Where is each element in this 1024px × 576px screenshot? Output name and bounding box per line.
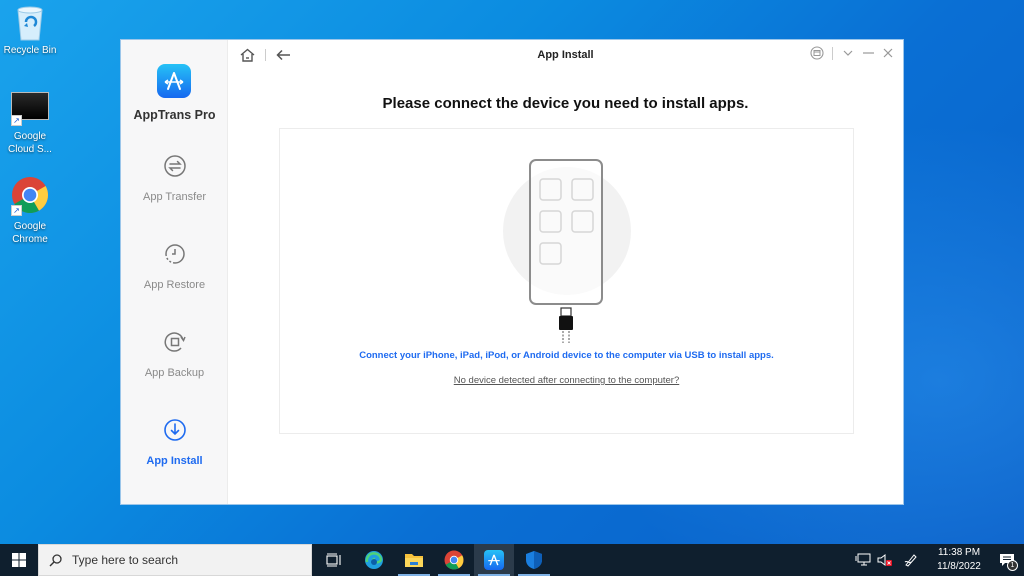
phone-usb-illustration xyxy=(503,159,631,343)
page-heading: Please connect the device you need to in… xyxy=(382,95,749,112)
feedback-button[interactable] xyxy=(810,46,824,60)
volume-button[interactable] xyxy=(874,544,896,576)
desktop-icon-google-cloud-sdk[interactable]: ↗ Google Cloud S... xyxy=(0,92,60,156)
menu-chevron-icon xyxy=(843,50,853,56)
taskbar: Type here to search 11:38 PM 11/8/2022 1 xyxy=(0,544,1024,576)
network-icon xyxy=(855,553,871,566)
app-name: AppTrans Pro xyxy=(133,108,216,122)
download-icon xyxy=(163,419,186,441)
search-placeholder: Type here to search xyxy=(72,553,179,567)
help-link-container: No device detected after connecting to t… xyxy=(280,375,853,386)
action-center-button[interactable]: 1 xyxy=(990,544,1024,576)
taskbar-chrome[interactable] xyxy=(434,544,474,576)
restore-clock-icon xyxy=(164,244,185,264)
minimize-icon xyxy=(862,52,874,54)
pen-icon xyxy=(904,554,917,567)
system-tray: 11:38 PM 11/8/2022 1 xyxy=(852,544,1024,576)
task-view-icon xyxy=(326,553,341,567)
sidebar-item-app-install[interactable]: App Install xyxy=(121,418,228,467)
windows-logo-icon xyxy=(12,553,26,567)
notification-count-badge: 1 xyxy=(1007,560,1018,571)
sidebar-item-app-backup[interactable]: App Backup xyxy=(121,330,228,379)
taskbar-defender[interactable] xyxy=(514,544,554,576)
backup-icon xyxy=(163,332,186,352)
search-icon xyxy=(49,553,62,566)
pen-workspace-button[interactable] xyxy=(900,544,922,576)
divider xyxy=(832,46,833,60)
taskbar-file-explorer[interactable] xyxy=(394,544,434,576)
taskbar-edge[interactable] xyxy=(354,544,394,576)
apptrans-window: AppTrans Pro App Transfer App Restore Ap xyxy=(120,39,904,505)
desktop-icon-google-chrome[interactable]: ↗ Google Chrome xyxy=(0,176,60,246)
close-icon xyxy=(883,48,893,58)
desktop-icon-recycle-bin[interactable]: Recycle Bin xyxy=(0,4,60,57)
desktop-icon-label: Google Cloud S... xyxy=(8,131,52,155)
sidebar-item-label: App Backup xyxy=(144,367,205,379)
transfer-icon xyxy=(163,155,186,177)
sidebar-item-label: App Install xyxy=(146,455,203,467)
connect-device-panel: Connect your iPhone, iPad, iPod, or Andr… xyxy=(279,128,854,434)
file-explorer-icon xyxy=(405,554,423,567)
connect-instructions: Connect your iPhone, iPad, iPod, or Andr… xyxy=(359,350,774,361)
apptrans-icon xyxy=(484,550,504,570)
desktop-icon-label: Recycle Bin xyxy=(3,45,57,56)
shortcut-arrow-icon: ↗ xyxy=(11,205,22,216)
desktop-icon-label: Google Chrome xyxy=(12,221,48,245)
recycle-bin-icon xyxy=(17,6,43,41)
defender-icon xyxy=(526,551,542,569)
network-button[interactable] xyxy=(852,544,874,576)
menu-button[interactable] xyxy=(841,46,855,60)
task-view-button[interactable] xyxy=(314,544,354,576)
main-content: App Install Please connect the device yo… xyxy=(228,40,903,504)
sidebar: AppTrans Pro App Transfer App Restore Ap xyxy=(121,40,228,504)
clock-date: 11/8/2022 xyxy=(937,561,981,572)
taskbar-search-box[interactable]: Type here to search xyxy=(38,544,312,576)
start-button[interactable] xyxy=(0,544,38,576)
chrome-icon xyxy=(444,550,464,570)
taskbar-clock[interactable]: 11:38 PM 11/8/2022 xyxy=(928,546,990,574)
apptrans-logo-icon xyxy=(157,64,191,98)
feedback-icon xyxy=(810,46,824,60)
close-button[interactable] xyxy=(881,46,895,60)
taskbar-apptrans[interactable] xyxy=(474,544,514,576)
edge-icon xyxy=(365,551,383,569)
shortcut-arrow-icon: ↗ xyxy=(11,115,22,126)
minimize-button[interactable] xyxy=(861,46,875,60)
window-controls xyxy=(810,46,895,60)
sidebar-item-label: App Transfer xyxy=(143,191,206,203)
volume-muted-icon xyxy=(877,554,892,566)
sidebar-item-app-restore[interactable]: App Restore xyxy=(121,242,228,291)
clock-time: 11:38 PM xyxy=(937,547,981,558)
sidebar-item-app-transfer[interactable]: App Transfer xyxy=(121,154,228,203)
window-title: App Install xyxy=(537,49,594,61)
no-device-detected-link[interactable]: No device detected after connecting to t… xyxy=(454,375,680,386)
sidebar-item-label: App Restore xyxy=(143,279,206,291)
